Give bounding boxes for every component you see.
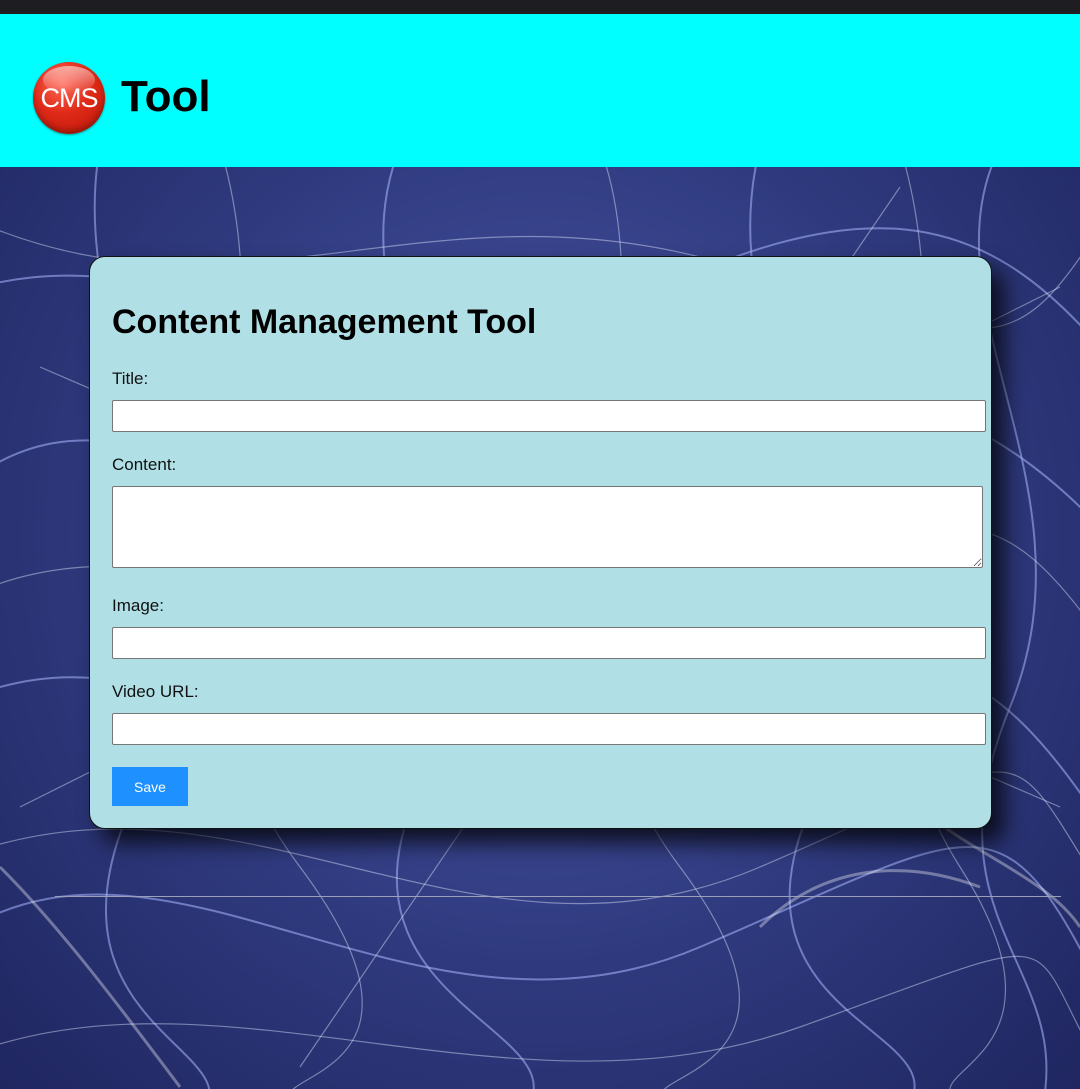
app-title: Tool	[121, 72, 211, 121]
image-label: Image:	[112, 596, 164, 615]
title-input[interactable]	[112, 400, 986, 432]
browser-top-bar	[0, 0, 1080, 14]
video-url-input[interactable]	[112, 713, 986, 745]
save-button[interactable]: Save	[112, 767, 188, 806]
video-url-label: Video URL:	[112, 682, 199, 701]
site-header: CMS Tool	[0, 14, 1080, 167]
content-label: Content:	[112, 455, 177, 474]
title-label: Title:	[112, 369, 149, 388]
content-form-card: Content Management Tool Title: Content: …	[89, 256, 992, 829]
page-divider	[55, 896, 1061, 897]
content-textarea[interactable]	[112, 486, 983, 568]
image-input[interactable]	[112, 627, 986, 659]
cms-logo: CMS	[33, 62, 105, 134]
logo-shine	[43, 66, 95, 94]
form-heading: Content Management Tool	[112, 303, 537, 341]
